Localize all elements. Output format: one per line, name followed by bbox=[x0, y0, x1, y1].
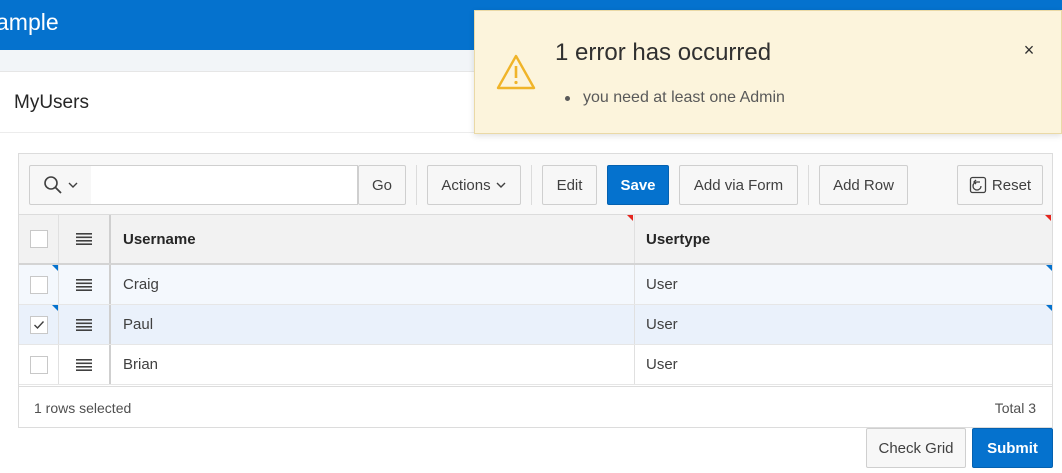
reset-icon bbox=[969, 176, 987, 194]
usertype-cell[interactable]: User bbox=[635, 305, 1052, 344]
error-notification: 1 error has occurred × you need at least… bbox=[474, 10, 1062, 134]
table-row[interactable]: Brian User bbox=[19, 345, 1052, 385]
row-checkbox[interactable] bbox=[29, 355, 48, 374]
column-header-label: Username bbox=[123, 230, 196, 248]
changed-marker bbox=[52, 265, 58, 271]
grid-header-row: Username Usertype bbox=[19, 215, 1052, 265]
reset-button[interactable]: Reset bbox=[957, 165, 1043, 205]
edit-button[interactable]: Edit bbox=[542, 165, 597, 205]
row-actions-cell[interactable] bbox=[59, 265, 111, 304]
hamburger-icon bbox=[76, 318, 92, 331]
check-grid-button[interactable]: Check Grid bbox=[866, 428, 966, 468]
search-column-selector[interactable] bbox=[29, 165, 92, 205]
toolbar-separator bbox=[416, 165, 417, 205]
changed-marker bbox=[1046, 305, 1052, 311]
chevron-down-icon bbox=[496, 182, 506, 188]
actions-menu-button[interactable]: Actions bbox=[427, 165, 521, 205]
selection-status: 1 rows selected bbox=[34, 400, 132, 416]
hamburger-icon bbox=[76, 233, 92, 245]
username-cell[interactable]: Craig bbox=[111, 265, 635, 304]
username-cell[interactable]: Brian bbox=[111, 345, 635, 384]
changed-marker bbox=[1046, 265, 1052, 271]
chevron-down-icon bbox=[68, 182, 77, 188]
usertype-cell[interactable]: User bbox=[635, 265, 1052, 304]
username-value: Paul bbox=[123, 316, 154, 333]
table-row[interactable]: Craig User bbox=[19, 265, 1052, 305]
row-actions-cell[interactable] bbox=[59, 345, 111, 384]
search-input[interactable] bbox=[91, 165, 358, 205]
required-marker bbox=[627, 215, 633, 221]
actions-label: Actions bbox=[441, 176, 491, 194]
bullet-icon bbox=[565, 95, 570, 101]
column-header-username[interactable]: Username bbox=[111, 215, 635, 263]
select-all-cell bbox=[19, 215, 59, 263]
toolbar-separator bbox=[531, 165, 532, 205]
error-list: you need at least one Admin bbox=[565, 89, 785, 107]
column-header-label: Usertype bbox=[646, 230, 711, 248]
row-checkbox[interactable] bbox=[29, 275, 48, 294]
usertype-value: User bbox=[646, 276, 678, 293]
row-actions-cell[interactable] bbox=[59, 305, 111, 344]
row-checkbox-checked[interactable] bbox=[29, 315, 48, 334]
row-select-cell bbox=[19, 265, 59, 304]
add-via-form-button[interactable]: Add via Form bbox=[679, 165, 798, 205]
grid-footer: 1 rows selected Total 3 bbox=[19, 386, 1052, 427]
toolbar-separator bbox=[808, 165, 809, 205]
error-message: you need at least one Admin bbox=[565, 89, 785, 107]
app-title: ample bbox=[0, 9, 59, 35]
usertype-cell[interactable]: User bbox=[635, 345, 1052, 384]
error-message-text: you need at least one Admin bbox=[583, 89, 785, 106]
notification-title: 1 error has occurred bbox=[555, 39, 772, 66]
reset-label: Reset bbox=[991, 176, 1032, 194]
add-row-button[interactable]: Add Row bbox=[819, 165, 908, 205]
hamburger-icon bbox=[76, 278, 92, 291]
select-all-checkbox[interactable] bbox=[29, 230, 48, 248]
search-icon bbox=[43, 176, 62, 194]
close-button[interactable]: × bbox=[1020, 39, 1038, 61]
total-count: Total 3 bbox=[994, 400, 1036, 416]
table-row[interactable]: Paul User bbox=[19, 305, 1052, 345]
usertype-value: User bbox=[646, 316, 678, 333]
interactive-grid: Go Actions Edit Save Add via Form Add Ro… bbox=[18, 153, 1053, 428]
row-select-cell bbox=[19, 305, 59, 344]
hamburger-icon bbox=[76, 358, 92, 371]
submit-button[interactable]: Submit bbox=[972, 428, 1053, 468]
grid-toolbar: Go Actions Edit Save Add via Form Add Ro… bbox=[19, 154, 1052, 215]
go-button[interactable]: Go bbox=[358, 165, 406, 205]
region-title: MyUsers bbox=[14, 92, 89, 113]
row-select-cell bbox=[19, 345, 59, 384]
username-value: Craig bbox=[123, 276, 159, 293]
checkmark-icon bbox=[33, 320, 44, 329]
username-value: Brian bbox=[123, 356, 159, 373]
column-header-usertype[interactable]: Usertype bbox=[635, 215, 1052, 263]
row-actions-header bbox=[59, 215, 111, 263]
required-marker bbox=[1045, 215, 1051, 221]
warning-icon bbox=[496, 54, 536, 90]
save-button[interactable]: Save bbox=[607, 165, 669, 205]
usertype-value: User bbox=[646, 356, 678, 373]
username-cell[interactable]: Paul bbox=[111, 305, 635, 344]
changed-marker bbox=[52, 305, 58, 311]
